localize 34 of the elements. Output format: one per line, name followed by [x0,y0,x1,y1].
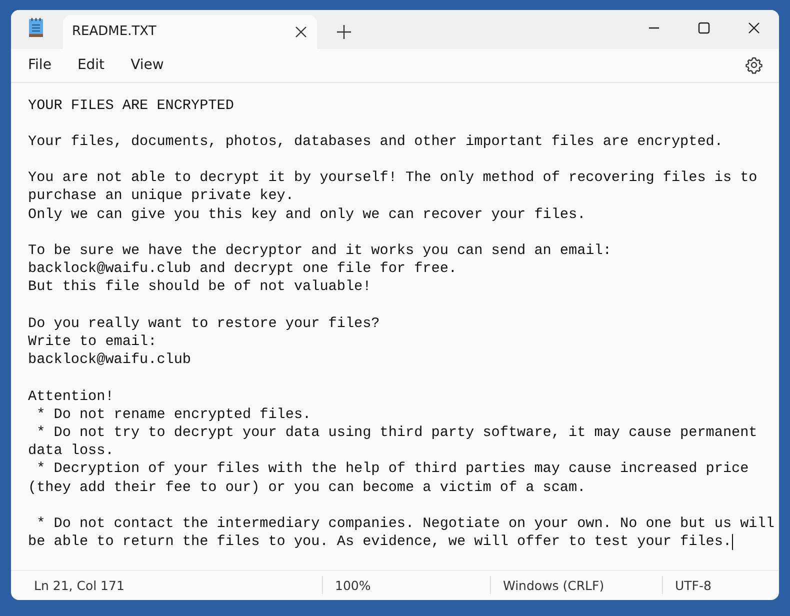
text-line: be able to return the files to you. As evidence, we will offer to test your files. [28,533,732,552]
text-line: Attention! [28,388,114,406]
text-line: data loss. [28,442,114,460]
text-cursor [732,534,733,550]
text-line: But this file should be of not valuable! [28,278,372,297]
notepad-icon [29,16,43,36]
maximize-icon[interactable] [698,22,710,34]
text-line: Your files, documents, photos, databases and other important files are encrypted. [28,132,723,152]
cursor-position: Ln 21, Col 171 [33,578,126,593]
text-line: backlock@waifu.club and decrypt one file for free. [28,260,457,278]
line-ending: Windows (CRLF) [502,578,606,593]
encoding: UTF-8 [674,578,712,593]
zoom-level: 100% [334,578,372,593]
close-icon[interactable] [295,26,307,38]
text-line: (they add their fee to our) or you can become a victim of a scam. [28,478,586,497]
new-tab-icon[interactable] [337,24,351,38]
text-line: * Do not contact the intermediary companies. Negotiate on your own. No one but us will [36,515,774,534]
text-line: * Decryption of your files with the help of third parties may cause increased price [36,460,749,479]
text-line: You are not able to decrypt it by yourself! The only method of recovering files is to [28,169,758,188]
close-icon[interactable] [748,22,760,34]
document-tab[interactable]: README.TXT [63,14,317,48]
menu-item[interactable]: View [118,53,177,77]
text-line: * Do not try to decrypt your data using third party software, it may cause permanent [36,424,758,442]
settings-icon[interactable] [745,56,763,74]
text-line: Only we can give you this key and only we can recover your files. [28,206,586,224]
text-line: To be sure we have the decryptor and it works you can send an email: [28,242,612,260]
text-line: YOUR FILES ARE ENCRYPTED [28,96,234,115]
menu-item[interactable]: Edit [64,53,118,77]
text-line: purchase an unique private key. [28,187,294,206]
menu-item[interactable]: File [15,53,64,77]
text-line: * Do not rename encrypted files. [36,406,312,424]
text-line: backlock@waifu.club [28,351,192,370]
text-line: Do you really want to restore your files? [28,314,380,334]
text-line: Write to email: [28,333,157,352]
